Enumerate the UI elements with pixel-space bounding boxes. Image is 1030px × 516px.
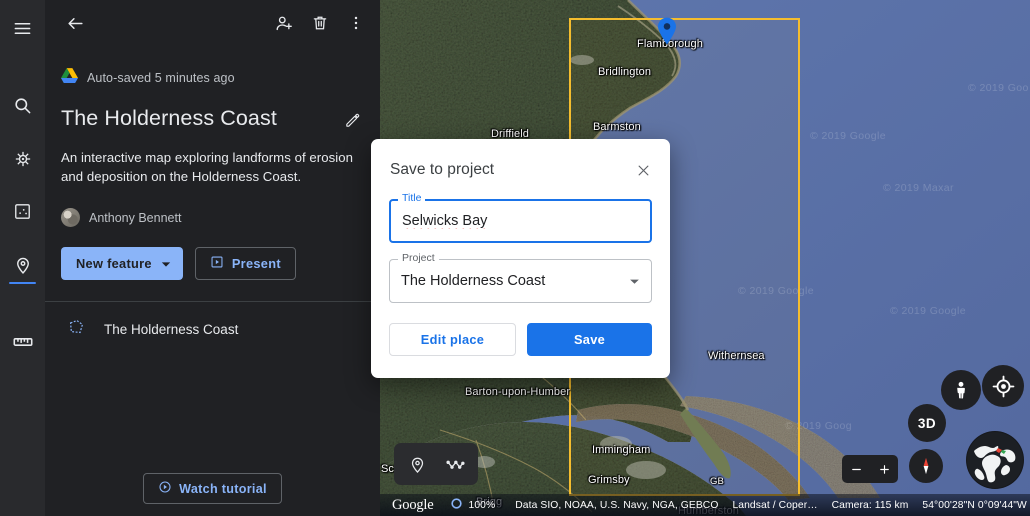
data-attribution: Data SIO, NOAA, U.S. Navy, NGA, GEBCO	[515, 500, 718, 511]
toggle-3d-label: 3D	[918, 416, 936, 431]
map-drawing-toolbar	[394, 443, 478, 485]
voyager-icon[interactable]	[0, 136, 45, 181]
present-button[interactable]: Present	[195, 247, 296, 280]
zoom-controls	[842, 455, 898, 483]
menu-icon[interactable]	[0, 6, 45, 51]
project-selected-value: The Holderness Coast	[401, 273, 629, 289]
author-name: Anthony Bennett	[89, 211, 181, 225]
dialog-header: Save to project	[371, 139, 670, 183]
project-field-wrapper: Project The Holderness Coast	[389, 259, 652, 303]
new-feature-label: New feature	[76, 256, 152, 271]
coordinates: 54°00'28"N 0°09'44"W	[922, 500, 1027, 511]
project-title-row: The Holderness Coast	[45, 88, 380, 136]
panel-actions: New feature Present	[45, 227, 380, 280]
polygon-icon	[67, 317, 86, 341]
toggle-3d-button[interactable]: 3D	[908, 404, 946, 442]
google-logo: Google	[392, 497, 434, 514]
autosave-text: Auto-saved 5 minutes ago	[87, 71, 235, 85]
autosave-status: Auto-saved 5 minutes ago	[45, 46, 380, 88]
panel-toolbar	[45, 0, 380, 46]
title-field[interactable]: Title	[389, 199, 652, 243]
save-button[interactable]: Save	[527, 323, 652, 356]
my-location-icon[interactable]	[982, 365, 1024, 407]
zoom-level-text: 100%	[469, 500, 496, 511]
project-panel: Auto-saved 5 minutes ago The Holderness …	[45, 0, 380, 516]
play-circle-icon	[158, 480, 172, 497]
imagery-attribution: Landsat / Coper…	[732, 500, 817, 511]
left-icon-rail	[0, 0, 45, 516]
search-icon[interactable]	[0, 83, 45, 128]
zoom-ring-icon	[450, 497, 463, 513]
dialog-actions: Edit place Save	[371, 303, 670, 356]
watch-tutorial-button[interactable]: Watch tutorial	[143, 473, 282, 504]
present-play-icon	[210, 255, 224, 272]
watch-tutorial-label: Watch tutorial	[179, 482, 267, 496]
present-label: Present	[232, 256, 281, 271]
author-row: Anthony Bennett	[45, 186, 380, 227]
title-input[interactable]	[402, 213, 639, 229]
globe-view-icon[interactable]	[966, 431, 1024, 489]
camera-altitude: Camera: 115 km	[832, 500, 909, 511]
zoom-out-button[interactable]	[842, 455, 870, 483]
google-drive-icon	[61, 68, 78, 88]
edit-pencil-icon[interactable]	[336, 104, 368, 136]
earth-app-window: Auto-saved 5 minutes ago The Holderness …	[0, 0, 1030, 516]
pegman-street-view-icon[interactable]	[941, 370, 981, 410]
title-field-legend: Title	[398, 192, 425, 204]
add-path-icon[interactable]	[438, 447, 472, 481]
back-arrow-icon[interactable]	[59, 7, 91, 39]
chevron-down-icon	[161, 256, 171, 271]
chevron-down-icon	[629, 272, 640, 290]
person-add-icon[interactable]	[268, 7, 300, 39]
page-title: The Holderness Coast	[61, 106, 336, 132]
avatar	[61, 208, 80, 227]
panel-footer: Watch tutorial	[45, 473, 380, 516]
new-feature-button[interactable]: New feature	[61, 247, 183, 280]
zoom-level-indicator[interactable]: 100%	[450, 497, 496, 513]
list-item[interactable]: The Holderness Coast	[45, 306, 380, 352]
project-select[interactable]: Project The Holderness Coast	[389, 259, 652, 303]
zoom-in-button[interactable]	[870, 455, 898, 483]
title-field-wrapper: Title	[389, 199, 652, 243]
compass-icon[interactable]	[909, 449, 943, 483]
delete-icon[interactable]	[304, 7, 336, 39]
placemark-icon[interactable]	[0, 242, 45, 287]
more-vert-icon[interactable]	[340, 7, 372, 39]
edit-place-button[interactable]: Edit place	[389, 323, 516, 356]
save-to-project-dialog: Save to project Title Project The Holder…	[371, 139, 670, 378]
close-icon[interactable]	[630, 157, 656, 183]
projects-icon[interactable]	[0, 189, 45, 234]
measure-icon[interactable]	[0, 319, 45, 364]
feature-name: The Holderness Coast	[104, 322, 238, 337]
project-field-legend: Project	[398, 252, 439, 264]
dialog-title: Save to project	[390, 161, 630, 179]
map-status-bar: Google 100% Data SIO, NOAA, U.S. Navy, N…	[380, 494, 1030, 516]
add-placemark-icon[interactable]	[400, 447, 434, 481]
feature-list: The Holderness Coast	[45, 302, 380, 352]
project-description: An interactive map exploring landforms o…	[45, 136, 380, 186]
